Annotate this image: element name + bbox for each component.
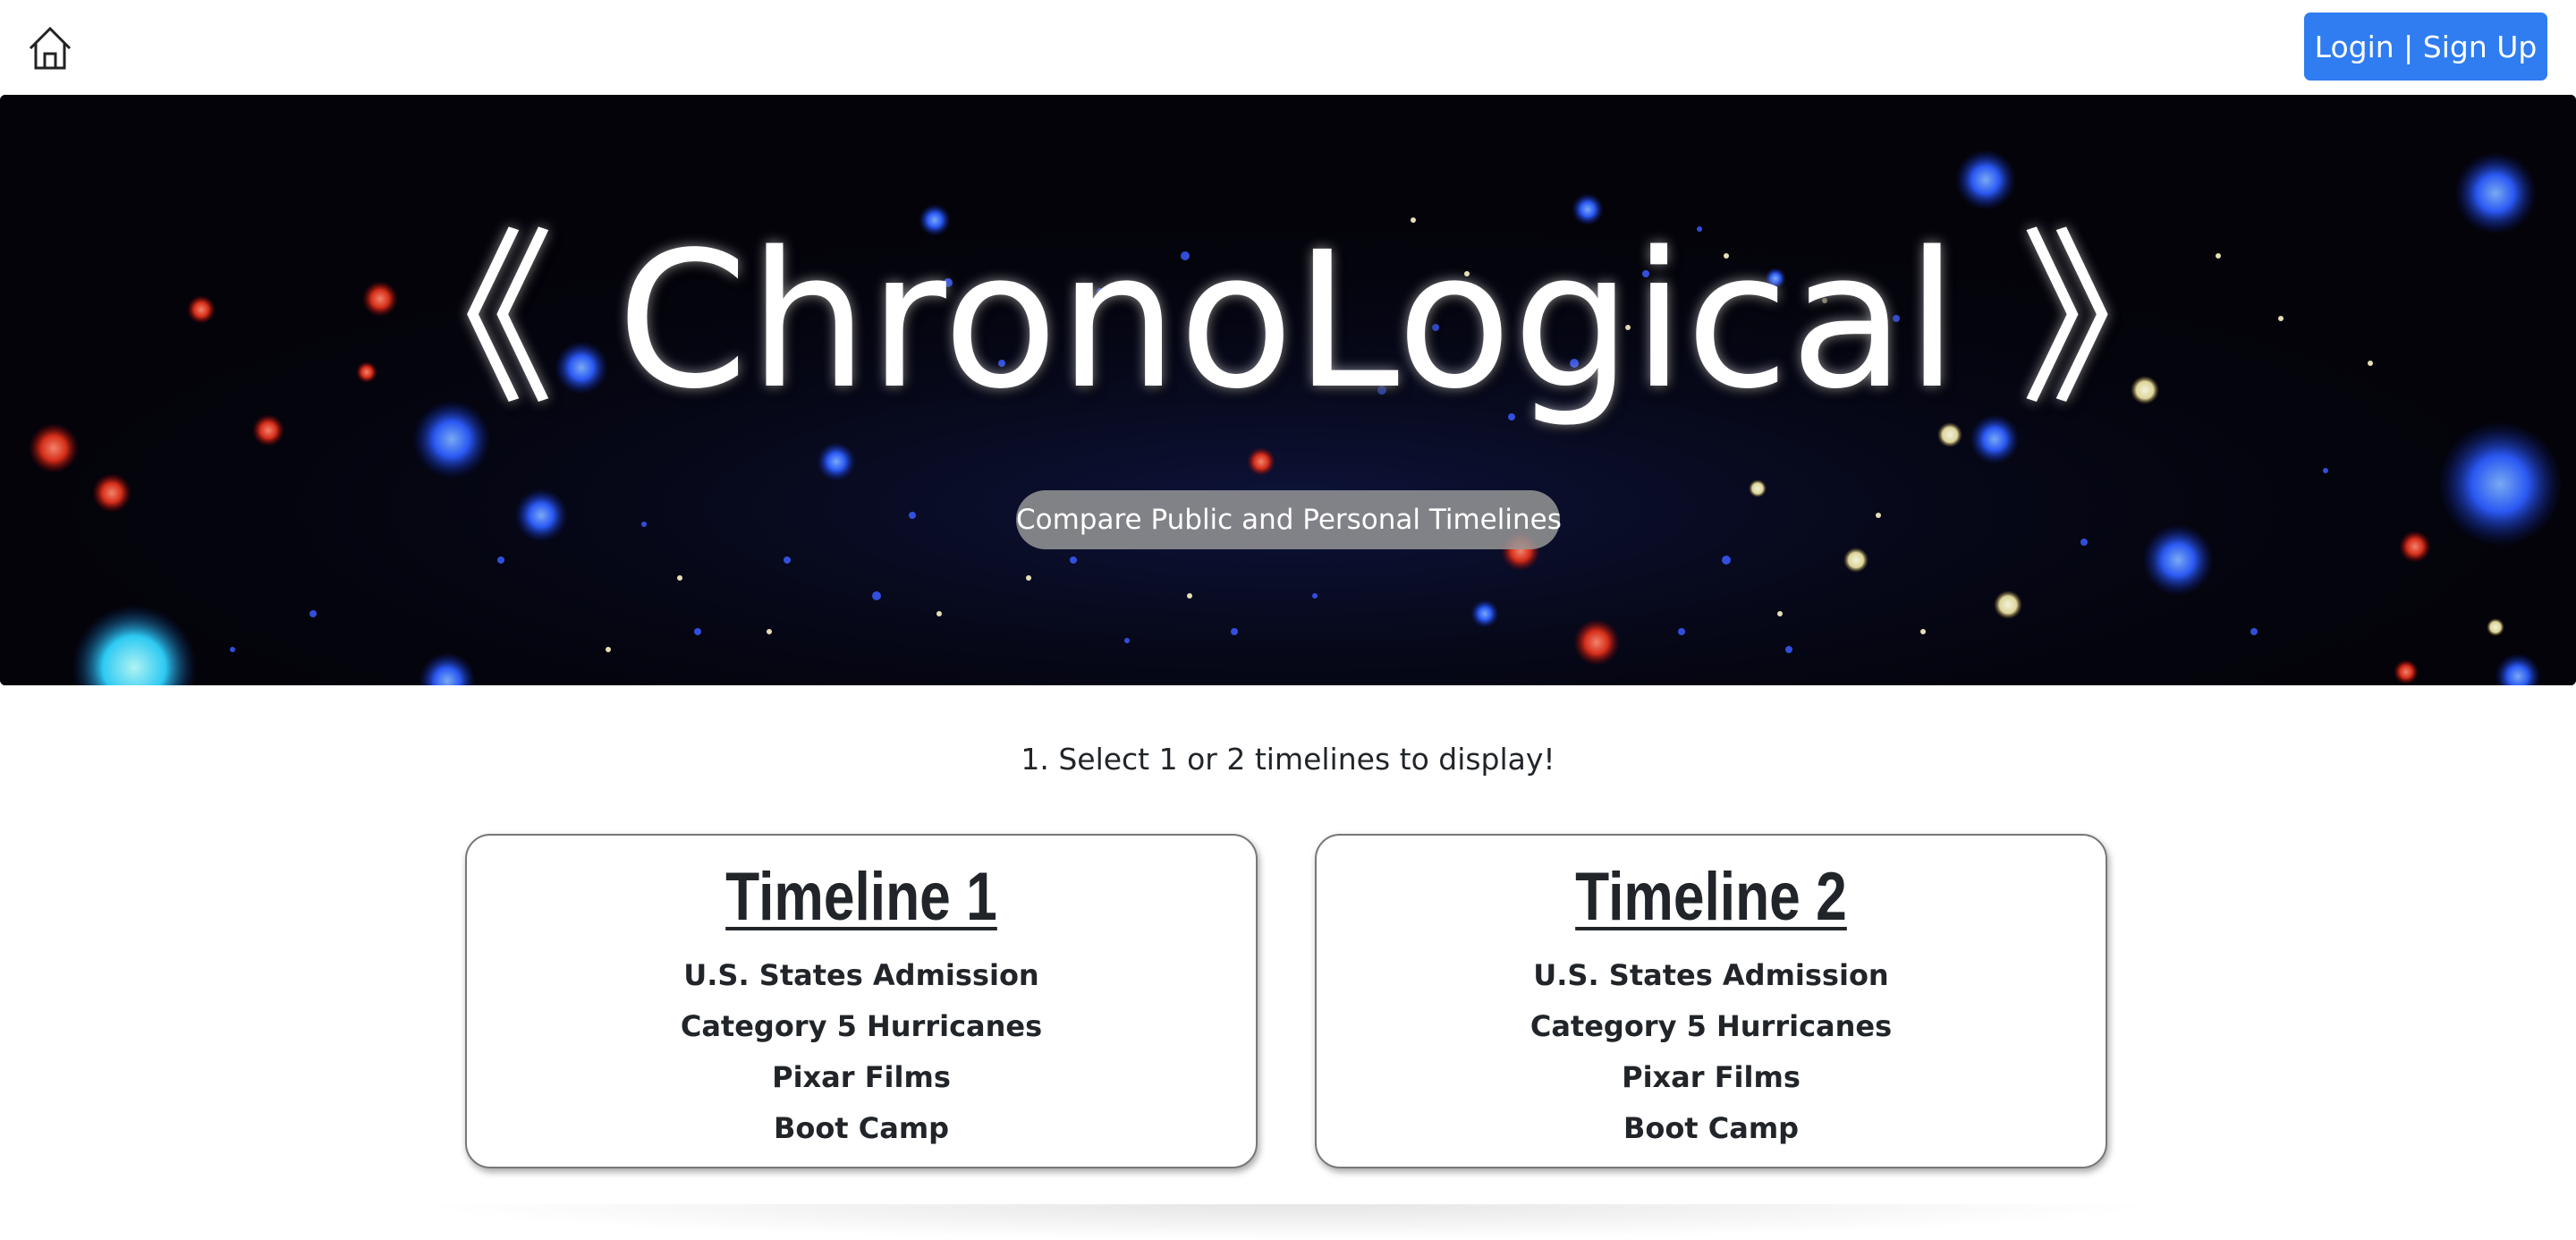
hero-title: 《 ChronoLogical 》 (368, 211, 2208, 430)
home-link[interactable] (27, 25, 73, 72)
timeline-1-option-pixar[interactable]: Pixar Films (467, 1052, 1256, 1103)
hero-banner: 《 ChronoLogical 》 Compare Public and Per… (0, 95, 2576, 685)
timeline-2-option-pixar[interactable]: Pixar Films (1317, 1052, 2106, 1103)
top-navbar: Login | Sign Up (0, 0, 2576, 95)
timeline-2-option-bootcamp[interactable]: Boot Camp (1317, 1103, 2106, 1154)
home-icon (29, 26, 72, 70)
timeline-1-option-states[interactable]: U.S. States Admission (467, 950, 1256, 1001)
select-instruction: 1. Select 1 or 2 timelines to display! (1021, 742, 1555, 777)
login-signup-button[interactable]: Login | Sign Up (2304, 13, 2547, 81)
timeline-1-card: Timeline 1 U.S. States Admission Categor… (465, 834, 1258, 1168)
timeline-1-title: Timeline 1 (725, 859, 997, 935)
timeline-1-option-hurricanes[interactable]: Category 5 Hurricanes (467, 1001, 1256, 1052)
timeline-2-option-hurricanes[interactable]: Category 5 Hurricanes (1317, 1001, 2106, 1052)
bottom-panel-edge (411, 1204, 2165, 1240)
timeline-2-card: Timeline 2 U.S. States Admission Categor… (1315, 834, 2107, 1168)
timeline-2-title: Timeline 2 (1575, 859, 1847, 935)
hero-subtitle: Compare Public and Personal Timelines (1016, 490, 1562, 549)
timeline-2-option-states[interactable]: U.S. States Admission (1317, 950, 2106, 1001)
timeline-1-option-bootcamp[interactable]: Boot Camp (467, 1103, 1256, 1154)
